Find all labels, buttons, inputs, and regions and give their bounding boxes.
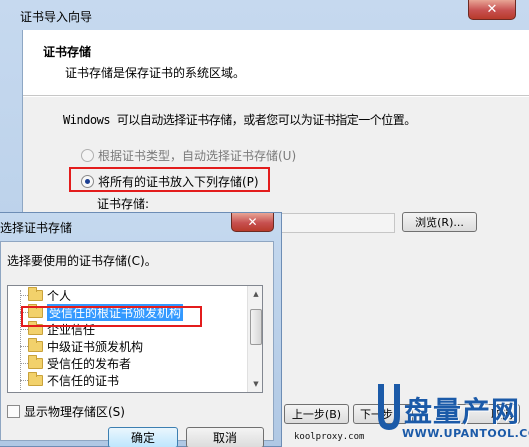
tree-item[interactable]: 受信任的发布者 (28, 354, 132, 371)
scroll-down-arrow-icon[interactable]: ▼ (248, 376, 262, 392)
tree-item-label: 不信任的证书 (47, 373, 120, 388)
radio-auto-select[interactable]: 根据证书类型，自动选择证书存储(U) (81, 147, 296, 164)
scrollbar-thumb[interactable] (250, 309, 262, 345)
watermark-site: koolproxy.com (294, 432, 365, 442)
folder-icon (28, 354, 43, 369)
tree-branch (20, 295, 28, 296)
dialog-client-area: 选择要使用的证书存储(C)。 个人 受信任的根证书颁发机构 企业信任 中级证书颁… (0, 241, 274, 447)
tree-item[interactable]: 个人 (28, 286, 72, 303)
browse-button[interactable]: 浏览(R)... (402, 212, 477, 232)
wizard-title: 证书导入向导 (20, 10, 93, 24)
folder-icon (28, 286, 43, 301)
certificate-store-label: 证书存储: (97, 197, 150, 211)
select-certificate-store-dialog: 选择证书存储 ✕ 选择要使用的证书存储(C)。 个人 受信任的根证书颁发机构 企… (0, 212, 282, 447)
dialog-cancel-button[interactable]: 取消 (186, 427, 264, 447)
u-logo-icon (378, 384, 400, 430)
tree-item-label: 个人 (47, 288, 72, 303)
folder-icon (28, 371, 43, 386)
folder-icon (28, 337, 43, 352)
dialog-prompt: 选择要使用的证书存储(C)。 (7, 254, 157, 268)
wizard-titlebar[interactable]: 证书导入向导 ✕ (0, 0, 529, 30)
wizard-close-button[interactable]: ✕ (468, 0, 516, 20)
scroll-up-arrow-icon[interactable]: ▲ (248, 286, 262, 302)
dialog-title: 选择证书存储 (0, 221, 73, 235)
upantool-watermark: 盘量产网 WWW.UPANTOOL.COM (374, 374, 529, 447)
red-highlight-box-option (69, 167, 270, 192)
back-button[interactable]: 上一步(B) (284, 404, 349, 424)
wizard-header: 证书存储 证书存储是保存证书的系统区域。 (23, 30, 529, 96)
watermark-url: WWW.UPANTOOL.COM (402, 427, 529, 440)
show-physical-stores-checkbox[interactable] (7, 405, 20, 418)
close-icon: ✕ (247, 215, 258, 229)
radio-button-auto[interactable] (81, 149, 94, 162)
watermark-chinese-text: 盘量产网 (404, 395, 521, 428)
tree-branch (20, 380, 28, 381)
ok-button[interactable]: 确定 (108, 427, 178, 447)
red-highlight-box-tree (21, 306, 202, 327)
tree-item-label: 受信任的发布者 (47, 356, 132, 371)
close-icon: ✕ (486, 2, 498, 17)
tree-branch (20, 329, 28, 330)
tree-branch (20, 346, 28, 347)
tree-connector (20, 290, 21, 390)
radio-auto-label: 根据证书类型，自动选择证书存储(U) (98, 149, 297, 163)
wizard-header-title: 证书存储 (43, 45, 92, 59)
wizard-header-subtitle: 证书存储是保存证书的系统区域。 (65, 66, 246, 80)
certificate-store-tree[interactable]: 个人 受信任的根证书颁发机构 企业信任 中级证书颁发机构 受信任的发布者 不信任… (7, 285, 263, 393)
auto-select-description: Windows 可以自动选择证书存储，或者您可以为证书指定一个位置。 (63, 113, 416, 127)
dialog-close-button[interactable]: ✕ (231, 213, 274, 232)
tree-scrollbar[interactable]: ▲ ▼ (247, 286, 262, 392)
certificate-store-field[interactable] (275, 213, 395, 233)
tree-item[interactable]: 中级证书颁发机构 (28, 337, 144, 354)
tree-item-label: 中级证书颁发机构 (47, 339, 144, 354)
tree-item[interactable]: 不信任的证书 (28, 371, 120, 388)
tree-branch (20, 363, 28, 364)
show-physical-stores-label: 显示物理存储区(S) (24, 405, 125, 419)
show-physical-stores-option[interactable]: 显示物理存储区(S) (7, 403, 125, 420)
